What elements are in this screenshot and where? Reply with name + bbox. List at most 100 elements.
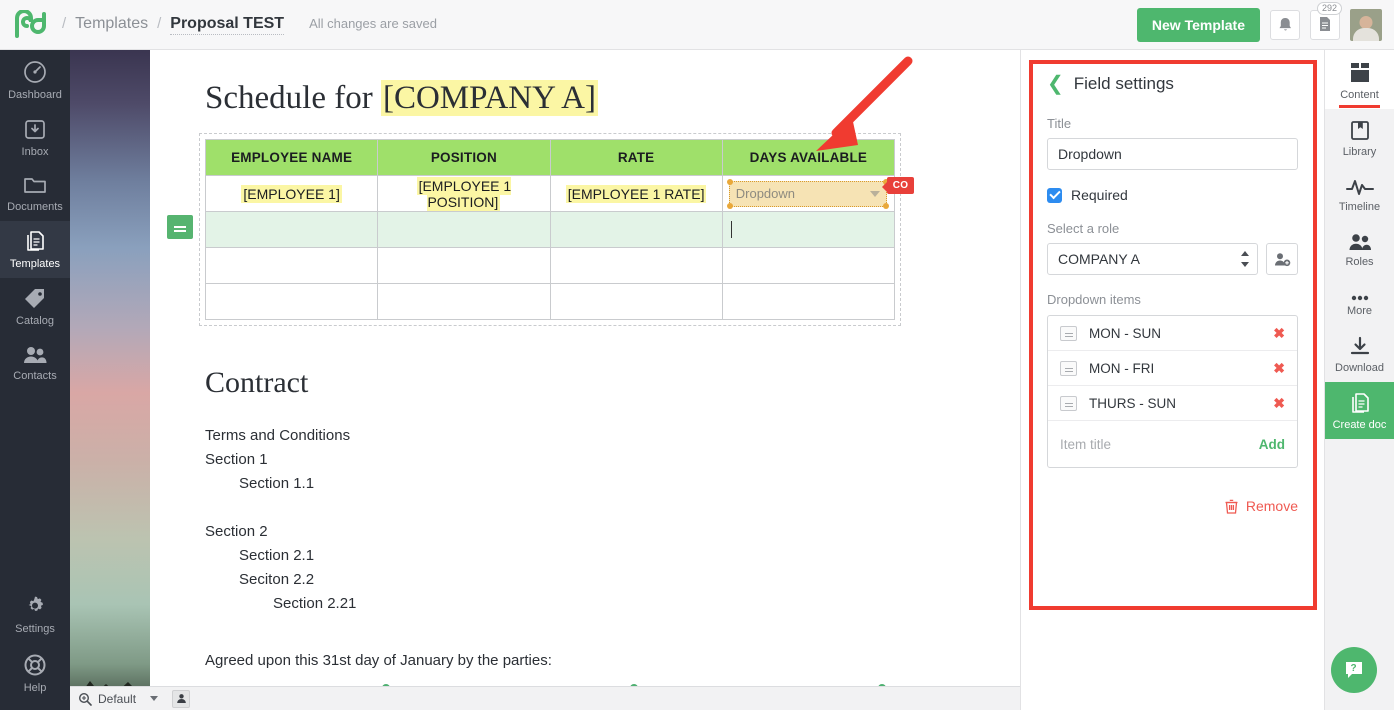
token-employee-1[interactable]: [EMPLOYEE 1] xyxy=(241,184,342,203)
add-item-button[interactable]: Add xyxy=(1259,437,1285,452)
new-template-button[interactable]: New Template xyxy=(1136,7,1260,42)
top-bar-actions: New Template 292 xyxy=(1136,1,1394,42)
table-cell[interactable] xyxy=(721,283,896,320)
sidebar-item-settings[interactable]: Settings xyxy=(0,584,70,643)
left-sidebar: Dashboard Inbox Documents Templates Cata… xyxy=(0,50,70,710)
sidebar-item-label: Help xyxy=(23,682,47,694)
sidebar-item-dashboard[interactable]: Dashboard xyxy=(0,50,70,109)
documents-button[interactable]: 292 xyxy=(1310,1,1343,40)
sidebar-item-documents[interactable]: Documents xyxy=(0,166,70,221)
rail-item-timeline[interactable]: Timeline xyxy=(1325,166,1394,221)
add-role-button[interactable] xyxy=(1266,243,1298,275)
required-checkbox-row[interactable]: Required xyxy=(1047,187,1298,203)
sidebar-item-help[interactable]: Help xyxy=(0,643,70,710)
table-cell[interactable] xyxy=(377,247,551,284)
table-row[interactable] xyxy=(204,283,896,320)
pandadoc-logo[interactable] xyxy=(0,9,62,40)
role-preview-button[interactable] xyxy=(172,689,191,708)
table-cell[interactable] xyxy=(549,247,723,284)
remove-button[interactable]: Remove xyxy=(1246,498,1298,514)
delete-item-icon[interactable]: ✖ xyxy=(1273,361,1285,375)
table-cell[interactable] xyxy=(204,211,379,248)
chevron-down-icon[interactable] xyxy=(150,696,159,701)
resize-handle-bottom-right[interactable] xyxy=(882,202,889,209)
table-cell-employee-name[interactable]: [EMPLOYEE 1] xyxy=(204,175,379,212)
rail-item-more[interactable]: More xyxy=(1325,276,1394,325)
token-employee-1-rate[interactable]: [EMPLOYEE 1 RATE] xyxy=(565,184,707,203)
drag-handle-icon[interactable] xyxy=(1060,325,1077,341)
resize-handle-top-left[interactable] xyxy=(726,178,733,185)
chevron-down-icon xyxy=(869,190,880,197)
drag-handle-icon[interactable] xyxy=(1060,360,1077,376)
table-cell-active[interactable] xyxy=(721,211,896,248)
trash-icon[interactable] xyxy=(1225,499,1238,514)
title-input[interactable] xyxy=(1047,138,1298,170)
create-doc-button[interactable]: Create doc xyxy=(1325,382,1394,439)
sidebar-item-templates[interactable]: Templates xyxy=(0,221,70,278)
contract-paragraph[interactable]: Section 1.1 xyxy=(205,472,970,496)
table-cell-rate[interactable]: [EMPLOYEE 1 RATE] xyxy=(549,175,723,212)
list-item[interactable]: MON - SUN ✖ xyxy=(1048,316,1297,351)
table-row[interactable] xyxy=(204,211,896,248)
contract-paragraph[interactable]: Section 2.1 xyxy=(205,544,970,568)
table-cell[interactable] xyxy=(377,211,551,248)
token-employee-1-position[interactable]: [EMPLOYEE 1 POSITION] xyxy=(416,176,512,211)
list-item[interactable]: MON - FRI ✖ xyxy=(1048,351,1297,386)
sidebar-item-contacts[interactable]: Contacts xyxy=(0,335,70,390)
dropdown-field-selected[interactable]: Dropdown xyxy=(726,178,889,209)
table-row[interactable] xyxy=(204,247,896,284)
rail-item-download[interactable]: Download xyxy=(1325,325,1394,382)
rail-item-roles[interactable]: Roles xyxy=(1325,221,1394,276)
table-cell-days-available[interactable]: Dropdown CO xyxy=(721,175,915,212)
rail-item-content[interactable]: Content xyxy=(1325,50,1394,109)
stepper-arrows-icon[interactable] xyxy=(1241,251,1249,267)
page-title: Schedule for [COMPANY A] xyxy=(205,80,970,117)
table-cell[interactable] xyxy=(204,247,379,284)
table-cell[interactable] xyxy=(549,283,723,320)
role-badge[interactable]: CO xyxy=(881,177,915,194)
breadcrumb-current[interactable]: Proposal TEST xyxy=(170,15,285,35)
table-header-row: EMPLOYEE NAME POSITION RATE DAYS AVAILAB… xyxy=(204,139,896,176)
contract-paragraph[interactable]: Section 2 xyxy=(205,520,970,544)
resize-handle-bottom-left[interactable] xyxy=(726,202,733,209)
gear-icon xyxy=(28,596,43,611)
drag-handle-icon[interactable] xyxy=(1060,395,1077,411)
table-header-cell: RATE xyxy=(549,139,723,176)
sidebar-item-inbox[interactable]: Inbox xyxy=(0,109,70,166)
contract-paragraph[interactable]: Section 2.21 xyxy=(205,592,970,616)
contract-paragraph[interactable]: Section 1 xyxy=(205,448,970,472)
row-drag-handle[interactable] xyxy=(167,215,193,239)
rail-item-library[interactable]: Library xyxy=(1325,109,1394,166)
required-checkbox[interactable] xyxy=(1047,187,1062,203)
avatar[interactable] xyxy=(1350,8,1382,41)
notifications-button[interactable] xyxy=(1270,9,1300,40)
zoom-preset-label[interactable]: Default xyxy=(98,692,136,706)
role-select[interactable]: COMPANY A xyxy=(1047,243,1258,275)
document-page[interactable]: Schedule for [COMPANY A] EMPLOYEE NAME P… xyxy=(150,50,1020,688)
schedule-table[interactable]: EMPLOYEE NAME POSITION RATE DAYS AVAILAB… xyxy=(204,139,915,320)
page-title-token[interactable]: [COMPANY A] xyxy=(380,80,598,116)
help-button[interactable]: ? xyxy=(1331,647,1377,693)
zoom-icon[interactable] xyxy=(78,692,92,706)
table-cell-position[interactable]: [EMPLOYEE 1 POSITION] xyxy=(377,175,551,212)
chevron-left-icon[interactable]: ❮ xyxy=(1047,74,1064,94)
contract-paragraph[interactable]: Terms and Conditions xyxy=(205,424,970,448)
sidebar-item-catalog[interactable]: Catalog xyxy=(0,278,70,335)
agreed-text[interactable]: Agreed upon this 31st day of January by … xyxy=(205,652,970,669)
document-icon xyxy=(1320,17,1330,31)
delete-item-icon[interactable]: ✖ xyxy=(1273,396,1285,410)
delete-item-icon[interactable]: ✖ xyxy=(1273,326,1285,340)
list-item-label: MON - SUN xyxy=(1089,325,1161,341)
table-row[interactable]: [EMPLOYEE 1] [EMPLOYEE 1 POSITION] [EMPL… xyxy=(204,175,915,212)
new-item-placeholder[interactable]: Item title xyxy=(1060,437,1259,452)
breadcrumb-templates[interactable]: Templates xyxy=(75,15,148,33)
contract-paragraph[interactable]: Seciton 2.2 xyxy=(205,568,970,592)
inbox-icon xyxy=(25,120,45,139)
list-item[interactable]: THURS - SUN ✖ xyxy=(1048,386,1297,421)
table-cell[interactable] xyxy=(377,283,551,320)
rail-item-label: Content xyxy=(1340,89,1379,101)
table-cell[interactable] xyxy=(721,247,896,284)
table-cell[interactable] xyxy=(549,211,723,248)
remove-row[interactable]: Remove xyxy=(1047,498,1298,514)
table-cell[interactable] xyxy=(204,283,379,320)
